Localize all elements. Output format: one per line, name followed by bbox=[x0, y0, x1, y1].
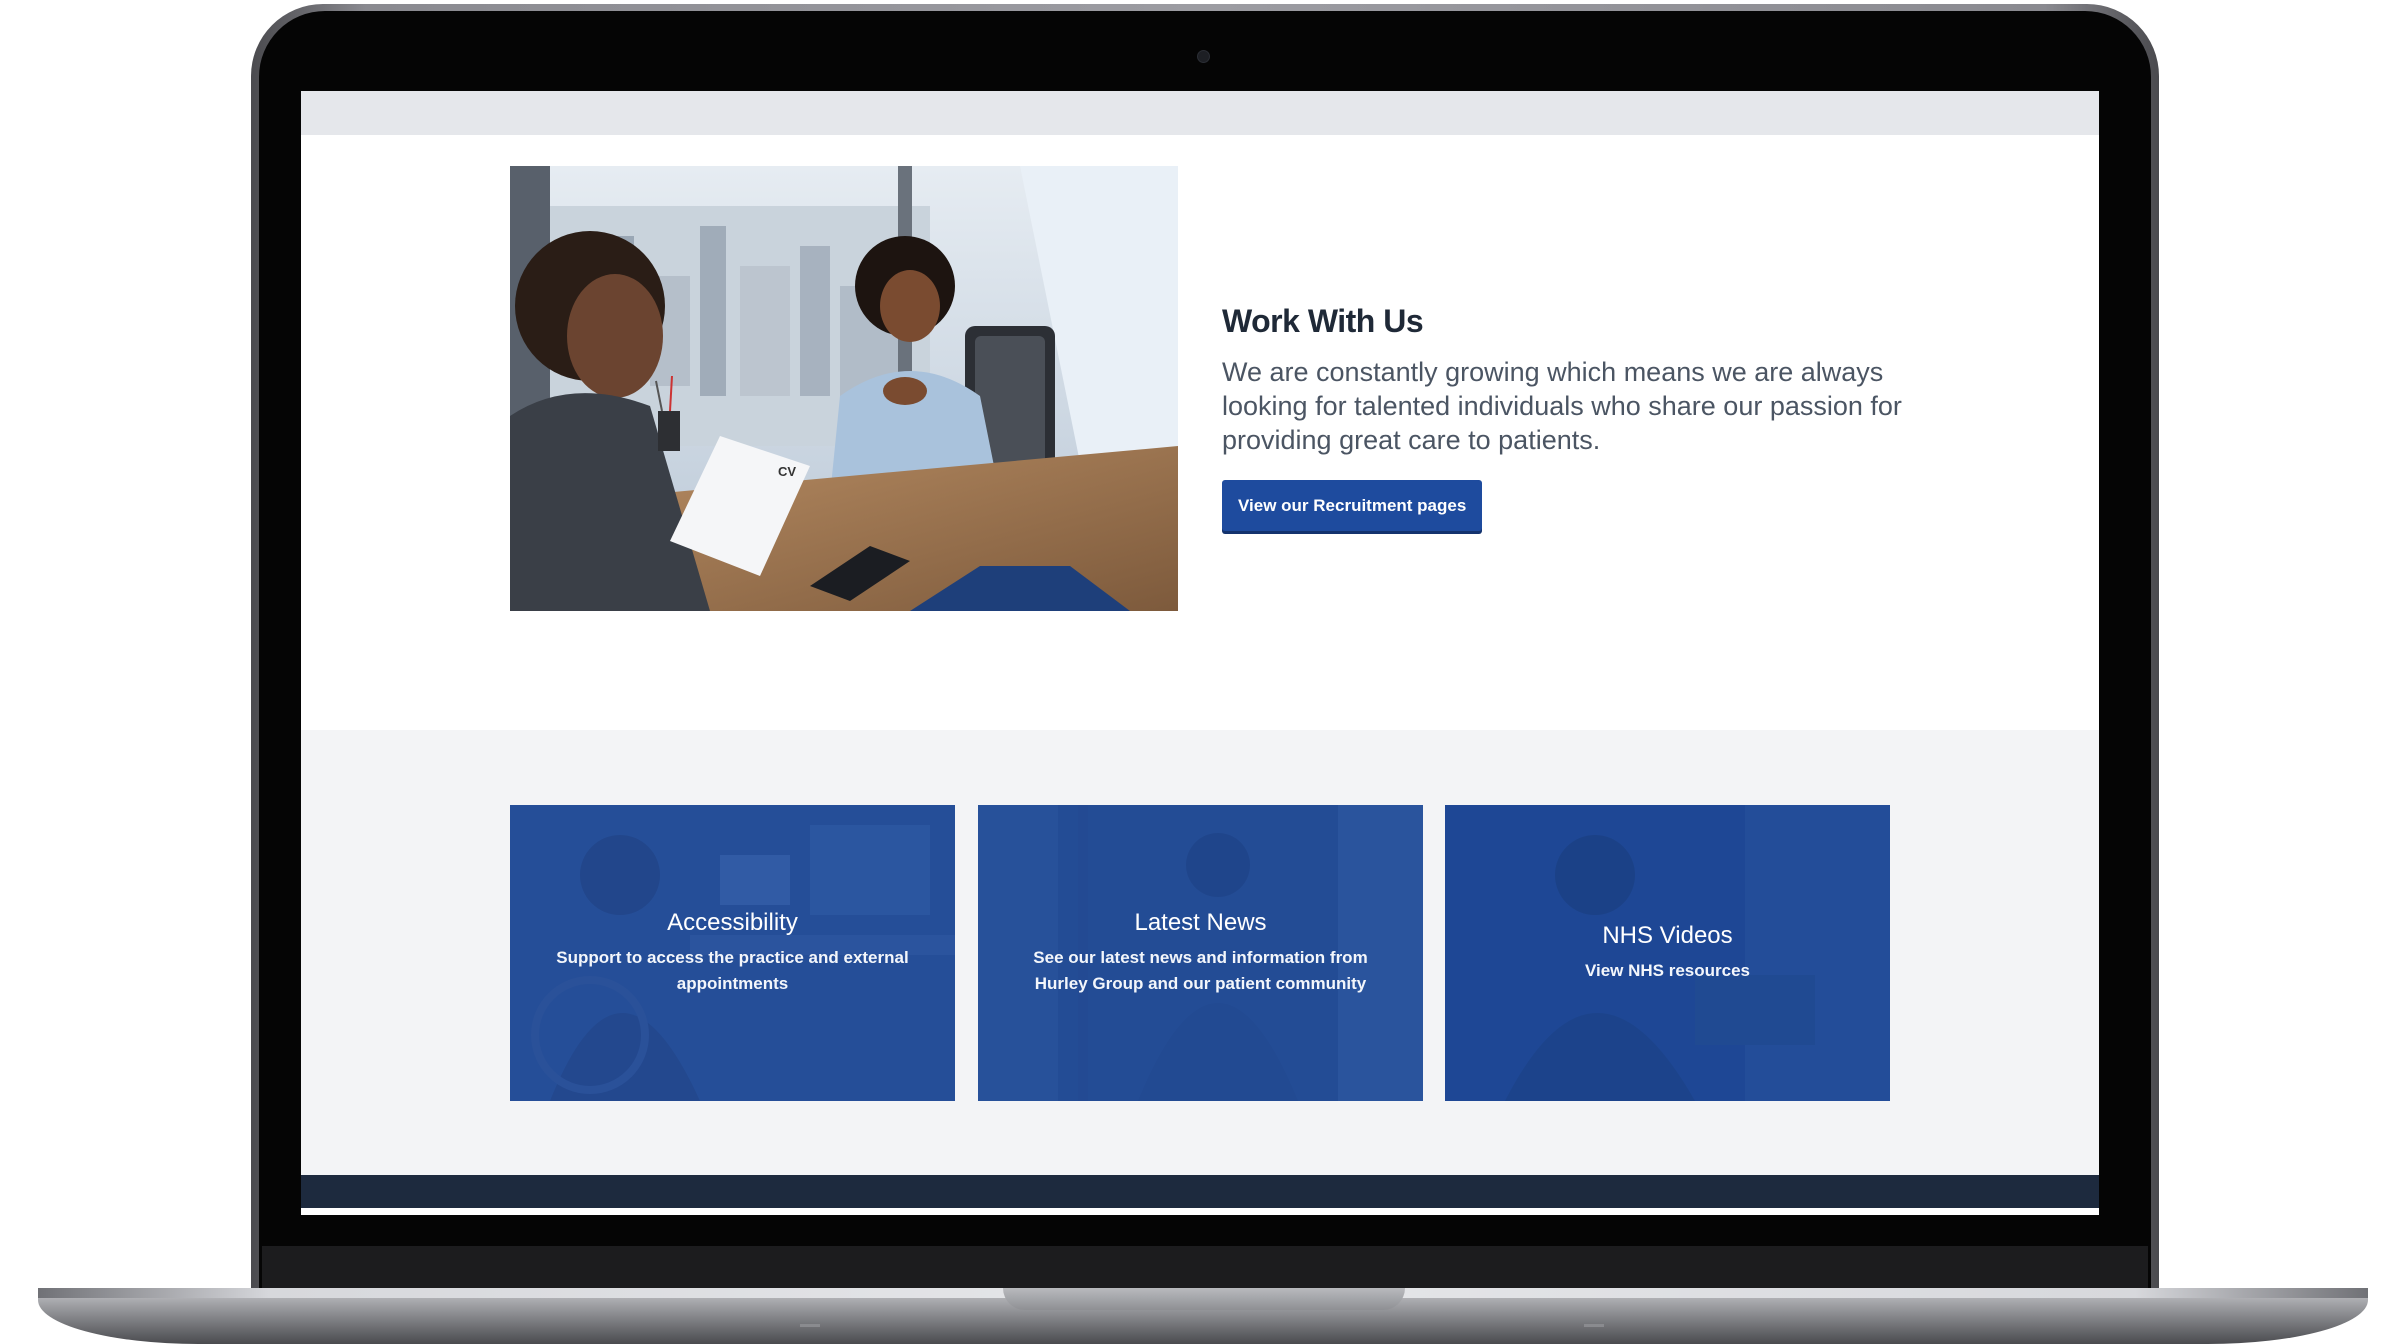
laptop-foot bbox=[1584, 1324, 1604, 1327]
work-with-us-description: We are constantly growing which means we… bbox=[1222, 357, 1902, 455]
work-with-us-text: Work With Us We are constantly growing w… bbox=[1222, 303, 1902, 531]
work-with-us-section: CV Work With Us We are constantly growin… bbox=[301, 135, 2099, 730]
nhs-videos-card-title: NHS Videos bbox=[1602, 922, 1733, 949]
nhs-videos-card-description: View NHS resources bbox=[1584, 961, 1751, 980]
nhs-videos-card-content: NHS Videos View NHS resources bbox=[1475, 805, 1860, 1101]
interview-photo: CV bbox=[510, 166, 1178, 611]
webcam-icon bbox=[1197, 50, 1210, 63]
footer-divider bbox=[301, 1208, 2099, 1215]
work-with-us-title: Work With Us bbox=[1222, 303, 1424, 339]
interview-photo-illustration: CV bbox=[510, 166, 1178, 611]
browser-viewport: CV Work With Us We are constantly growin… bbox=[301, 91, 2099, 1215]
recruitment-pages-button[interactable]: View our Recruitment pages bbox=[1222, 480, 1483, 531]
accessibility-card-description: Support to access the practice and exter… bbox=[556, 948, 909, 993]
cv-label: CV bbox=[778, 464, 796, 479]
laptop-notch bbox=[1003, 1288, 1405, 1310]
laptop-chin bbox=[262, 1246, 2148, 1292]
nhs-videos-card[interactable]: NHS Videos View NHS resources bbox=[1445, 805, 1890, 1101]
latest-news-card[interactable]: Latest News See our latest news and info… bbox=[978, 805, 1423, 1101]
footer-bar bbox=[301, 1175, 2099, 1208]
latest-news-card-content: Latest News See our latest news and info… bbox=[1008, 805, 1393, 1101]
quick-links-section: Accessibility Support to access the prac… bbox=[301, 730, 2099, 1175]
latest-news-card-description: See our latest news and information from… bbox=[1033, 948, 1368, 993]
laptop-foot bbox=[800, 1324, 820, 1327]
header-strip bbox=[301, 91, 2099, 135]
latest-news-card-title: Latest News bbox=[1134, 909, 1267, 936]
accessibility-card-content: Accessibility Support to access the prac… bbox=[540, 805, 925, 1101]
accessibility-card-title: Accessibility bbox=[667, 909, 798, 936]
accessibility-card[interactable]: Accessibility Support to access the prac… bbox=[510, 805, 955, 1101]
